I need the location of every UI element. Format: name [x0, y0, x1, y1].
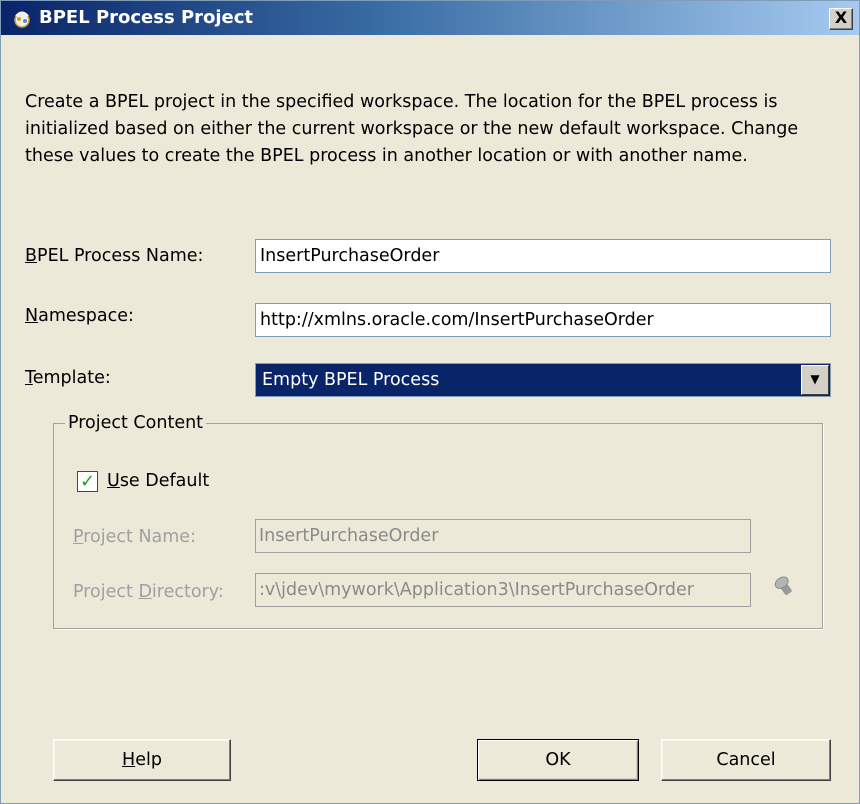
title-bar[interactable]: BPEL Process Project X	[1, 1, 859, 35]
window-title: BPEL Process Project	[39, 7, 254, 28]
namespace-label: Namespace:	[25, 306, 134, 326]
template-select[interactable]: Empty BPEL Process ▼	[255, 363, 831, 397]
bpel-app-icon	[14, 11, 30, 28]
cancel-button[interactable]: Cancel	[661, 739, 831, 781]
process-name-input[interactable]: InsertPurchaseOrder	[255, 239, 831, 273]
dropdown-arrow-button[interactable]: ▼	[801, 365, 829, 395]
help-button[interactable]: Help	[53, 739, 231, 781]
project-directory-input: :v\jdev\mywork\Application3\InsertPurcha…	[255, 573, 751, 607]
ok-button[interactable]: OK	[477, 739, 639, 781]
chevron-down-icon: ▼	[810, 372, 820, 386]
close-icon: X	[834, 8, 848, 27]
template-label: Template:	[25, 368, 111, 388]
description-text: Create a BPEL project in the specified w…	[25, 92, 799, 166]
process-name-label: BPEL Process Name:	[25, 246, 204, 266]
use-default-checkbox[interactable]: ✓	[77, 471, 98, 492]
template-selected-value: Empty BPEL Process	[262, 370, 440, 390]
project-directory-label: Project Directory:	[73, 582, 224, 602]
namespace-input[interactable]: http://xmlns.oracle.com/InsertPurchaseOr…	[255, 303, 831, 337]
flashlight-icon	[774, 576, 792, 595]
project-name-input: InsertPurchaseOrder	[255, 519, 751, 553]
project-content-legend: Project Content	[65, 412, 207, 434]
project-name-label: Project Name:	[73, 527, 196, 547]
dialog-window: BPEL Process Project X Create a BPEL pro…	[0, 0, 860, 804]
use-default-label[interactable]: Use Default	[107, 470, 209, 492]
close-button[interactable]: X	[829, 8, 853, 30]
checkmark-icon: ✓	[79, 471, 96, 492]
